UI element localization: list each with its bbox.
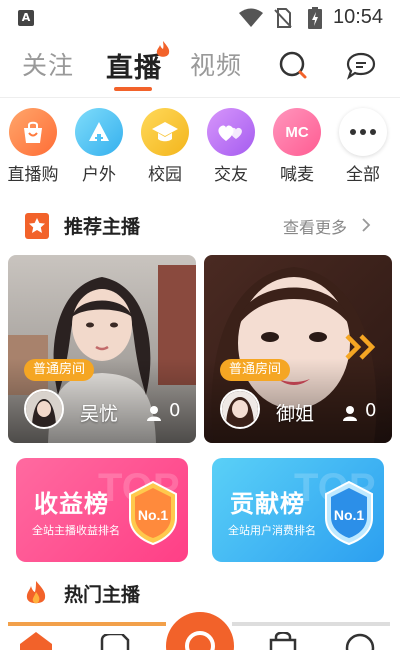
category-label: 全部 bbox=[346, 165, 380, 185]
category-label: 校园 bbox=[148, 165, 182, 185]
active-tab-indicator bbox=[114, 87, 152, 91]
ranking-subtitle: 全站主播收益排名 bbox=[32, 524, 120, 537]
clock: 10:54 bbox=[333, 6, 384, 28]
recommended-header: 推荐主播 查看更多 bbox=[0, 206, 400, 246]
status-bar: A 10:54 bbox=[0, 0, 400, 36]
category-all[interactable]: 全部 bbox=[330, 108, 396, 185]
app-notification-icon: A bbox=[18, 10, 34, 26]
tab-video[interactable]: 视频 bbox=[190, 46, 242, 82]
card-edge-left bbox=[8, 622, 166, 626]
category-outdoor[interactable]: 户外 bbox=[66, 108, 132, 185]
shopping-bag-icon bbox=[9, 108, 57, 156]
anchor-card[interactable]: 普通房间 御姐 0 bbox=[204, 255, 392, 443]
category-dating[interactable]: 交友 bbox=[198, 108, 264, 185]
medal-text: No.1 bbox=[334, 507, 365, 523]
see-more-link[interactable]: 查看更多 bbox=[283, 214, 347, 238]
viewer-count: 0 bbox=[169, 400, 181, 421]
ranking-subtitle: 全站用户消费排名 bbox=[228, 524, 316, 537]
hot-anchors-header: 热门主播 bbox=[0, 574, 400, 614]
wifi-icon bbox=[239, 8, 263, 27]
no-sim-icon bbox=[274, 8, 292, 28]
category-label: 户外 bbox=[82, 165, 116, 185]
anchor-card[interactable]: 普通房间 吴忧 0 bbox=[8, 255, 196, 443]
medal-icon: No.1 bbox=[129, 480, 177, 546]
chevron-right-icon[interactable] bbox=[361, 217, 371, 233]
star-badge-icon bbox=[25, 213, 49, 239]
tab-follow[interactable]: 关注 bbox=[22, 46, 74, 82]
profile-icon[interactable] bbox=[344, 632, 376, 650]
bag-icon[interactable] bbox=[268, 632, 298, 650]
viewer-count: 0 bbox=[365, 400, 377, 421]
medal-text: No.1 bbox=[138, 507, 169, 523]
bottom-nav bbox=[0, 612, 400, 650]
category-label: 直播购 bbox=[7, 165, 59, 185]
flame-icon bbox=[26, 581, 46, 604]
medal-icon: No.1 bbox=[325, 480, 373, 546]
anchor-name: 御姐 bbox=[276, 403, 315, 425]
anchor-name: 吴忧 bbox=[80, 403, 119, 425]
ranking-title: 贡献榜 bbox=[230, 490, 305, 518]
tent-icon bbox=[75, 108, 123, 156]
double-chevron-right-icon bbox=[345, 334, 376, 360]
category-label: 喊麦 bbox=[280, 165, 314, 185]
flame-icon bbox=[156, 41, 170, 57]
hearts-icon bbox=[207, 108, 255, 156]
section-title: 推荐主播 bbox=[64, 216, 141, 238]
tab-live[interactable]: 直播 bbox=[106, 46, 162, 85]
graduation-cap-icon bbox=[141, 108, 189, 156]
viewer-icon bbox=[147, 406, 161, 421]
income-ranking-banner[interactable]: TOP 收益榜 全站主播收益排名 No.1 bbox=[16, 458, 188, 562]
more-dots-icon bbox=[339, 108, 387, 156]
category-bar: 直播购 户外 校园 交友 MC 喊麦 全部 bbox=[0, 108, 400, 186]
viewer-icon bbox=[343, 406, 357, 421]
room-type-badge: 普通房间 bbox=[220, 359, 291, 381]
go-live-button[interactable] bbox=[166, 612, 234, 650]
home-icon[interactable] bbox=[20, 632, 52, 650]
avatar[interactable] bbox=[220, 389, 260, 429]
message-icon[interactable] bbox=[346, 52, 376, 80]
category-live-shopping[interactable]: 直播购 bbox=[0, 108, 66, 185]
mc-icon: MC bbox=[273, 108, 321, 156]
battery-charging-icon bbox=[308, 7, 322, 29]
search-icon[interactable] bbox=[278, 50, 308, 80]
section-title: 热门主播 bbox=[64, 584, 141, 606]
mc-text: MC bbox=[285, 123, 309, 141]
ranking-title: 收益榜 bbox=[34, 490, 109, 518]
category-mc[interactable]: MC 喊麦 bbox=[264, 108, 330, 185]
divider bbox=[0, 97, 400, 98]
room-type-badge: 普通房间 bbox=[24, 359, 95, 381]
card-edge-right bbox=[232, 622, 390, 626]
avatar[interactable] bbox=[24, 389, 64, 429]
contribution-ranking-banner[interactable]: TOP 贡献榜 全站用户消费排名 No.1 bbox=[212, 458, 384, 562]
discover-icon[interactable] bbox=[100, 634, 130, 650]
category-label: 交友 bbox=[214, 165, 248, 185]
category-campus[interactable]: 校园 bbox=[132, 108, 198, 185]
top-nav: 关注 直播 视频 bbox=[0, 40, 400, 96]
